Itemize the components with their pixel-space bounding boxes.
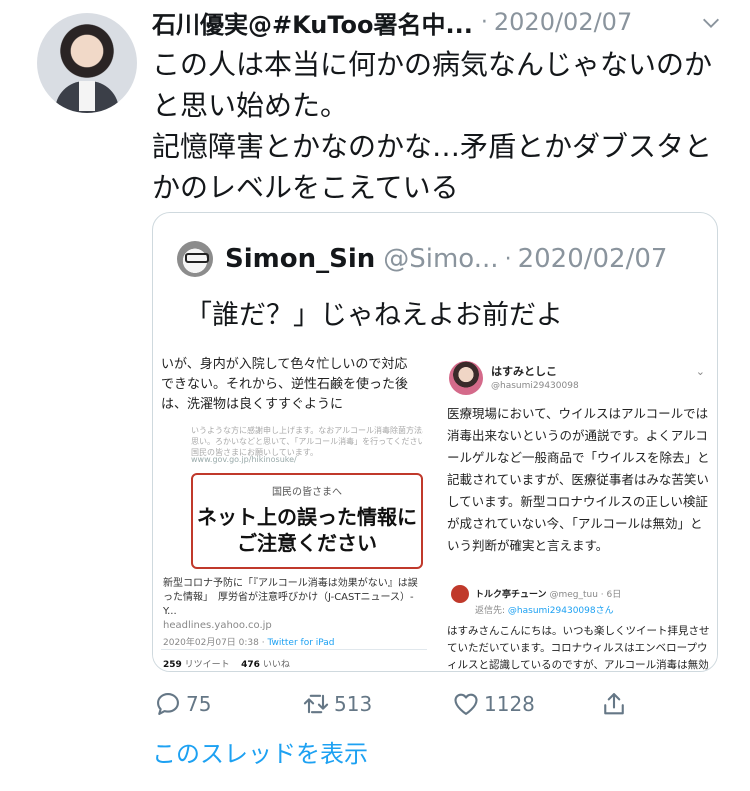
- notice-box: 国民の皆さまへ ネット上の誤った情報に ご注意ください: [191, 473, 423, 569]
- reply-author-handle: @meg_tuu · 6日: [549, 590, 622, 600]
- image-left-line: いが、身内が入院して色々忙しいので対応: [161, 357, 408, 372]
- retweet-icon: [303, 694, 329, 714]
- image-right-avatar: [449, 361, 483, 395]
- tweet-header: 石川優実@#KuToo署名中... · 2020/02/07: [152, 5, 722, 40]
- tweet-text-line: 記憶障害とかなのかな…矛盾とかダブスタと: [152, 130, 713, 163]
- media-image-left[interactable]: いが、身内が入院して色々忙しいので対応 できない。それから、逆性石鹸を使った後 …: [153, 351, 435, 671]
- image-left-via: Twitter for iPad: [267, 638, 335, 648]
- author-avatar[interactable]: [37, 13, 137, 113]
- show-thread-link[interactable]: このスレッドを表示: [152, 734, 368, 769]
- likes-count: 476: [241, 660, 260, 670]
- image-left-meta: 2020年02月07日 0:38 · Twitter for iPad: [163, 638, 335, 648]
- image-left-text: いが、身内が入院して色々忙しいので対応 できない。それから、逆性石鹸を使った後 …: [161, 355, 431, 415]
- tweet-actions: 75 513 1128: [152, 684, 652, 724]
- image-left-stats: 259 リツイート 476 いいね: [163, 657, 290, 670]
- notice-subtitle: 国民の皆さまへ: [272, 487, 342, 498]
- image-left-blurred-line: 思い。ろかいなどと思いて、「アルコール消毒」を行ってくださいよう、: [191, 437, 423, 446]
- author-name[interactable]: 石川優実@#KuToo署名中...: [152, 5, 473, 40]
- quoted-media[interactable]: いが、身内が入院して色々忙しいので対応 できない。それから、逆性石鹸を使った後 …: [153, 351, 717, 671]
- image-right-handle: @hasumi29430098: [491, 381, 579, 391]
- divider: [161, 649, 427, 650]
- quoted-author-avatar: [177, 241, 213, 277]
- reply-author-name: トルク亭チューン: [475, 590, 547, 600]
- share-button[interactable]: [600, 684, 628, 724]
- reply-count: 75: [186, 692, 212, 716]
- image-right-text: 医療現場において、ウイルスはアルコールでは消毒出来ないというのが通説です。よくア…: [447, 406, 710, 553]
- like-icon: [454, 693, 478, 715]
- reply-to-label: 返信先:: [475, 606, 506, 616]
- chevron-down-icon: ⌄: [695, 365, 705, 378]
- notice-title-line: ご注意ください: [237, 531, 377, 555]
- header-separator: ·: [480, 9, 488, 35]
- share-icon: [604, 693, 624, 715]
- reply-to: 返信先: @hasumi29430098さん: [475, 603, 614, 616]
- reply-text: はすみさんこんにちは。いつも楽しくツイート拝見させていただいています。コロナウィ…: [447, 625, 710, 671]
- tweet-text-line: かのレベルをこえている: [152, 171, 459, 204]
- retweet-button[interactable]: 513: [302, 684, 372, 724]
- reply-button[interactable]: 75: [154, 684, 211, 724]
- reply-author-avatar: [451, 585, 469, 603]
- quoted-header-separator: ·: [504, 246, 512, 272]
- quoted-tweet-text: 「誰だ？」じゃねえよお前だよ: [185, 300, 563, 331]
- image-right-name: はすみとしこ: [491, 365, 557, 378]
- chevron-down-icon[interactable]: [700, 12, 722, 34]
- image-left-blurred-line: いうような方に感謝申し上げます。なおアルコール消毒除菌方法、: [191, 426, 423, 435]
- retweets-label: リツイート: [184, 660, 230, 670]
- image-left-line: は、洗濯物は良くすすぐように: [161, 397, 344, 412]
- likes-label: いいね: [262, 660, 290, 670]
- link-card-title: 新型コロナ予防に「『アルコール消毒は効果がない』は誤った情報」 厚労省が注意呼び…: [163, 578, 418, 617]
- tweet-date[interactable]: 2020/02/07: [494, 8, 632, 36]
- like-count: 1128: [484, 692, 535, 716]
- media-image-right[interactable]: はすみとしこ @hasumi29430098 ⌄ 医療現場において、ウイルスはア…: [437, 351, 717, 671]
- quoted-tweet-date: 2020/02/07: [517, 244, 668, 274]
- image-left-line: できない。それから、逆性石鹸を使った後: [161, 377, 409, 392]
- tweet-text-line: と思い始めた。: [152, 89, 349, 122]
- reply-icon: [157, 693, 179, 715]
- link-card-host: headlines.yahoo.co.jp: [163, 620, 272, 631]
- image-left-url: www.gov.go.jp/hikinosuke/: [191, 455, 297, 464]
- quoted-tweet-header: Simon_Sin @Simo... · 2020/02/07: [177, 239, 667, 279]
- retweets-count: 259: [163, 660, 182, 670]
- link-card: 新型コロナ予防に「『アルコール消毒は効果がない』は誤った情報」 厚労省が注意呼び…: [163, 577, 425, 633]
- tweet-text: この人は本当に何かの病気なんじゃないのか と思い始めた。 記憶障害とかなのかな……: [152, 44, 732, 208]
- image-left-timestamp: 2020年02月07日 0:38: [163, 638, 259, 648]
- reply-author: トルク亭チューン @meg_tuu · 6日: [475, 587, 621, 600]
- tweet-text-line: この人は本当に何かの病気なんじゃないのか: [152, 48, 713, 81]
- notice-title-line: ネット上の誤った情報に: [197, 505, 417, 529]
- like-button[interactable]: 1128: [452, 684, 535, 724]
- quoted-author-name: Simon_Sin: [225, 244, 376, 274]
- retweet-count: 513: [334, 692, 373, 716]
- avatar-shirt: [79, 81, 95, 111]
- notice-title: ネット上の誤った情報に ご注意ください: [193, 504, 421, 556]
- image-left-blurred-text: いうような方に感謝申し上げます。なおアルコール消毒除菌方法、 思い。ろかいなどと…: [191, 425, 423, 458]
- reply-to-mention: @hasumi29430098さん: [507, 606, 614, 616]
- quoted-author-handle: @Simo...: [383, 244, 499, 274]
- quoted-tweet[interactable]: Simon_Sin @Simo... · 2020/02/07 「誰だ？」じゃね…: [152, 212, 718, 672]
